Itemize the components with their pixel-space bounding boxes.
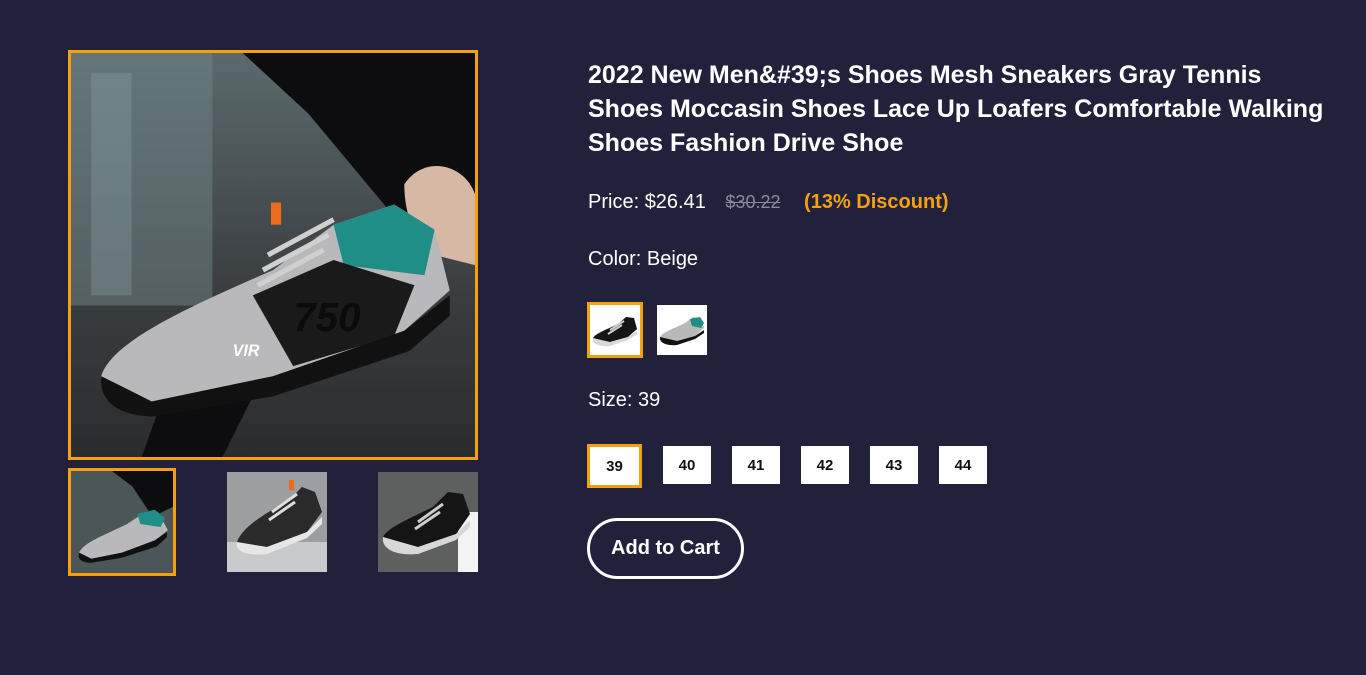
main-product-image: 750 VIR: [68, 50, 478, 460]
thumbnail-1[interactable]: [68, 468, 176, 576]
price-row: Price: $26.41 $30.22 (13% Discount): [588, 189, 949, 215]
sneaker-photo-1-icon: [71, 471, 173, 573]
add-to-cart-button[interactable]: Add to Cart: [587, 518, 744, 579]
svg-text:VIR: VIR: [233, 342, 260, 360]
original-price: $30.22: [725, 192, 781, 212]
size-option-44[interactable]: 44: [939, 446, 987, 484]
current-price: $26.41: [644, 191, 706, 213]
discount-badge: (13% Discount): [804, 191, 949, 213]
sneaker-grey-swatch-icon: [657, 305, 707, 355]
thumbnail-3[interactable]: [378, 472, 478, 572]
color-swatch-grey[interactable]: [657, 305, 707, 355]
size-label: Size: 39: [588, 389, 661, 411]
price-label: Price:: [588, 191, 640, 213]
sneaker-black-swatch-icon: [590, 305, 640, 355]
size-option-41[interactable]: 41: [732, 446, 780, 484]
size-option-42[interactable]: 42: [801, 446, 849, 484]
sneaker-photo-icon: 750 VIR: [71, 53, 475, 457]
size-option-40[interactable]: 40: [663, 446, 711, 484]
color-swatch-black[interactable]: [587, 302, 643, 358]
product-title: 2022 New Men&#39;s Shoes Mesh Sneakers G…: [588, 61, 1324, 157]
sneaker-photo-2-icon: [227, 472, 327, 572]
svg-text:750: 750: [293, 294, 361, 340]
size-option-43[interactable]: 43: [870, 446, 918, 484]
size-option-39[interactable]: 39: [587, 444, 642, 488]
thumbnail-2[interactable]: [227, 472, 327, 572]
sneaker-photo-3-icon: [378, 472, 478, 572]
color-label: Color: Beige: [588, 248, 699, 270]
